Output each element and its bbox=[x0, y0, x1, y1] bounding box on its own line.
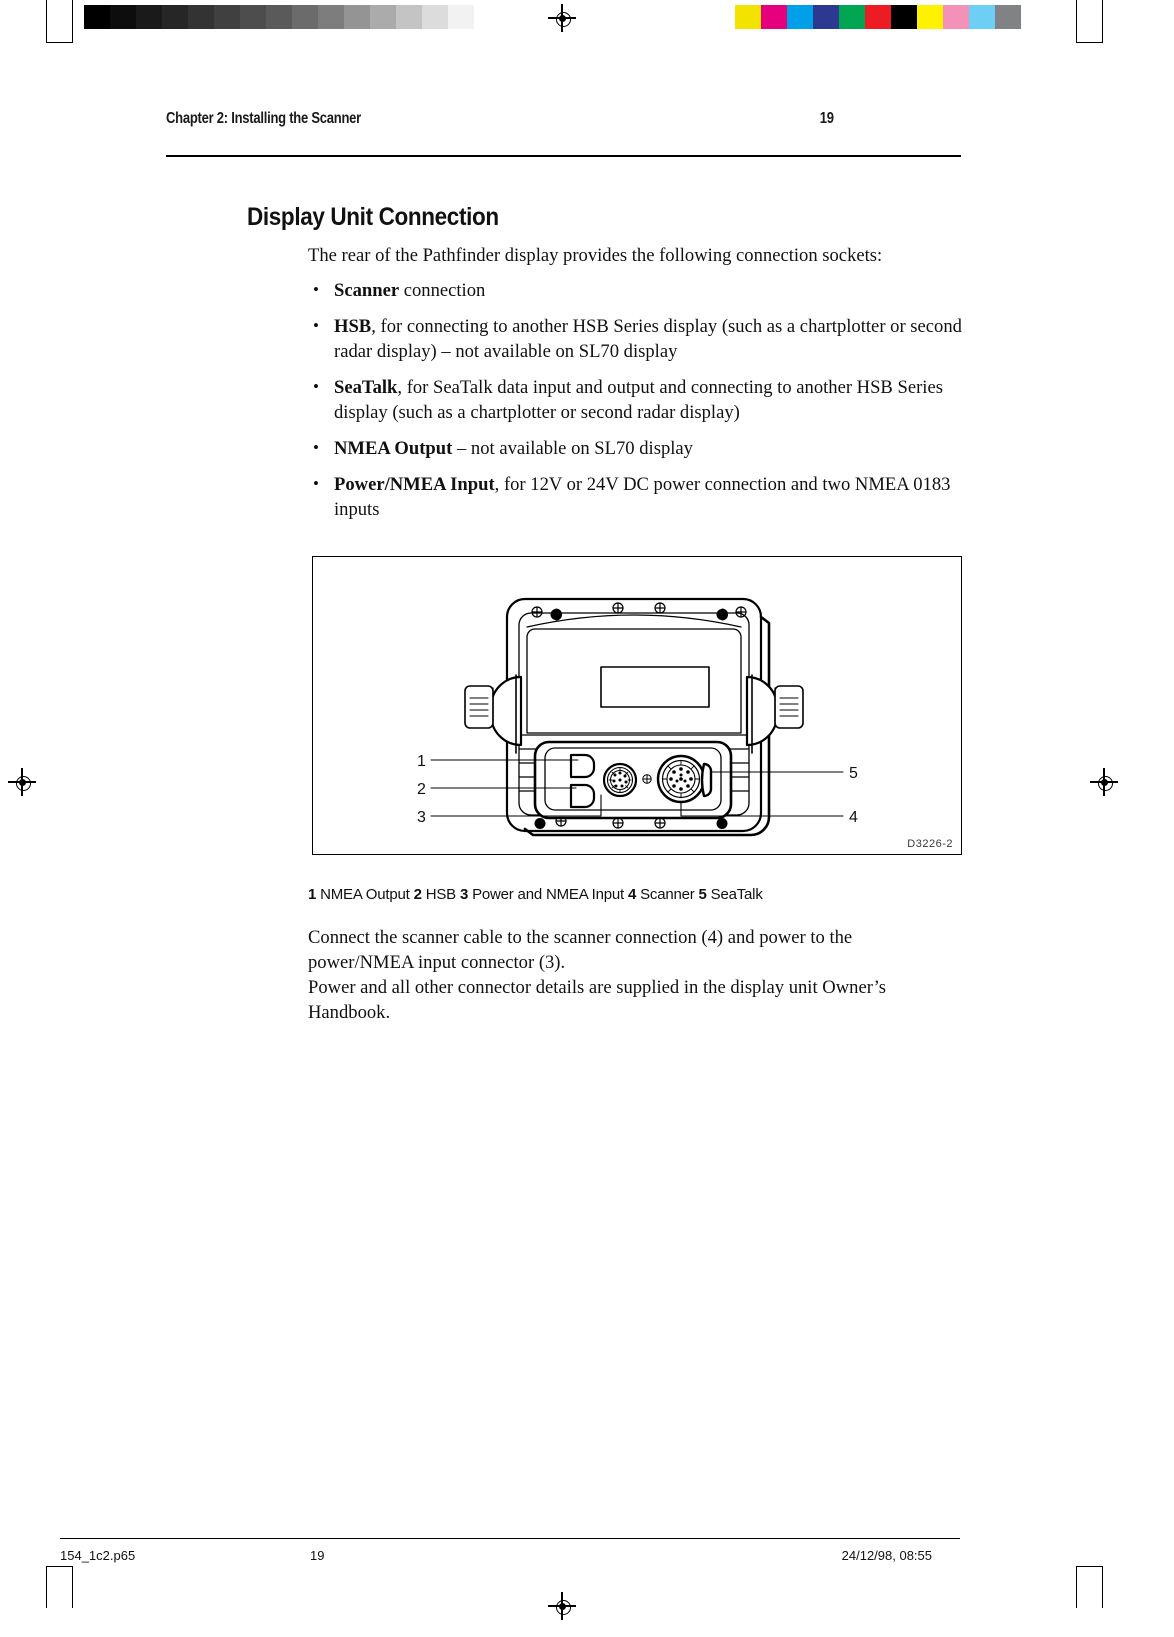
caption-number: 4 bbox=[627, 886, 637, 903]
footer-timestamp: 24/12/98, 08:55 bbox=[841, 1548, 932, 1563]
caption-label: Power and NMEA Input bbox=[468, 886, 628, 903]
connection-socket-item: HSB, for connecting to another HSB Serie… bbox=[308, 313, 963, 364]
intro-paragraph: The rear of the Pathfinder display provi… bbox=[308, 245, 883, 266]
header-rule bbox=[166, 155, 961, 157]
figure-callout-5: 5 bbox=[849, 765, 858, 782]
figure-callout-4: 4 bbox=[849, 809, 858, 826]
footer-filename: 154_1c2.p65 bbox=[60, 1548, 136, 1563]
figure-callout-3: 3 bbox=[417, 809, 426, 826]
caption-number: 3 bbox=[459, 886, 469, 903]
socket-term: SeaTalk bbox=[334, 377, 398, 398]
running-head: Chapter 2: Installing the Scanner 19 bbox=[166, 110, 834, 128]
display-unit-rear-drawing: 1 2 3 5 4 bbox=[417, 597, 858, 837]
socket-term: NMEA Output bbox=[334, 438, 453, 459]
connection-socket-item: SeaTalk, for SeaTalk data input and outp… bbox=[308, 374, 963, 425]
caption-number: 2 bbox=[413, 886, 422, 903]
page-title: Display Unit Connection bbox=[247, 203, 499, 231]
socket-term: Power/NMEA Input bbox=[334, 474, 495, 495]
caption-label: Scanner bbox=[636, 886, 699, 903]
figure-callout-2: 2 bbox=[417, 781, 426, 798]
caption-label: SeaTalk bbox=[706, 886, 763, 903]
closing-line-3: Power and all other connector details ar… bbox=[308, 977, 886, 998]
footer-page-number: 19 bbox=[310, 1548, 325, 1563]
connection-socket-item: Scanner connection bbox=[308, 277, 963, 303]
figure-caption: 1 NMEA Output 2 HSB 3 Power and NMEA Inp… bbox=[308, 886, 968, 903]
closing-line-2: power/NMEA input connector (3). bbox=[308, 952, 566, 973]
closing-line-4: Handbook. bbox=[308, 1002, 391, 1023]
page-footer: 154_1c2.p65 19 24/12/98, 08:55 bbox=[60, 1548, 960, 1563]
connection-socket-item: NMEA Output – not available on SL70 disp… bbox=[308, 435, 963, 461]
caption-number: 1 bbox=[308, 886, 317, 903]
figure-display-unit-rear: 1 2 3 5 4 D3226-2 bbox=[312, 556, 962, 855]
caption-label: NMEA Output bbox=[316, 886, 414, 903]
figure-callout-1: 1 bbox=[417, 753, 426, 770]
socket-term: HSB bbox=[334, 316, 372, 337]
socket-term: Scanner bbox=[334, 280, 400, 301]
caption-number: 5 bbox=[698, 886, 707, 903]
caption-label: HSB bbox=[421, 886, 460, 903]
running-head-chapter: Chapter 2: Installing the Scanner bbox=[166, 110, 361, 127]
footer-rule bbox=[60, 1538, 960, 1539]
drawing-reference-code: D3226-2 bbox=[907, 838, 953, 850]
connection-sockets-list: Scanner connection HSB, for connecting to… bbox=[308, 277, 963, 522]
closing-instructions: Connect the scanner cable to the scanner… bbox=[308, 925, 968, 1025]
closing-line-1: Connect the scanner cable to the scanner… bbox=[308, 927, 853, 948]
body-column: The rear of the Pathfinder display provi… bbox=[308, 243, 963, 533]
connection-socket-item: Power/NMEA Input, for 12V or 24V DC powe… bbox=[308, 471, 963, 522]
manual-page: Chapter 2: Installing the Scanner 19 Dis… bbox=[0, 0, 1174, 1637]
running-head-page-number: 19 bbox=[819, 110, 834, 127]
